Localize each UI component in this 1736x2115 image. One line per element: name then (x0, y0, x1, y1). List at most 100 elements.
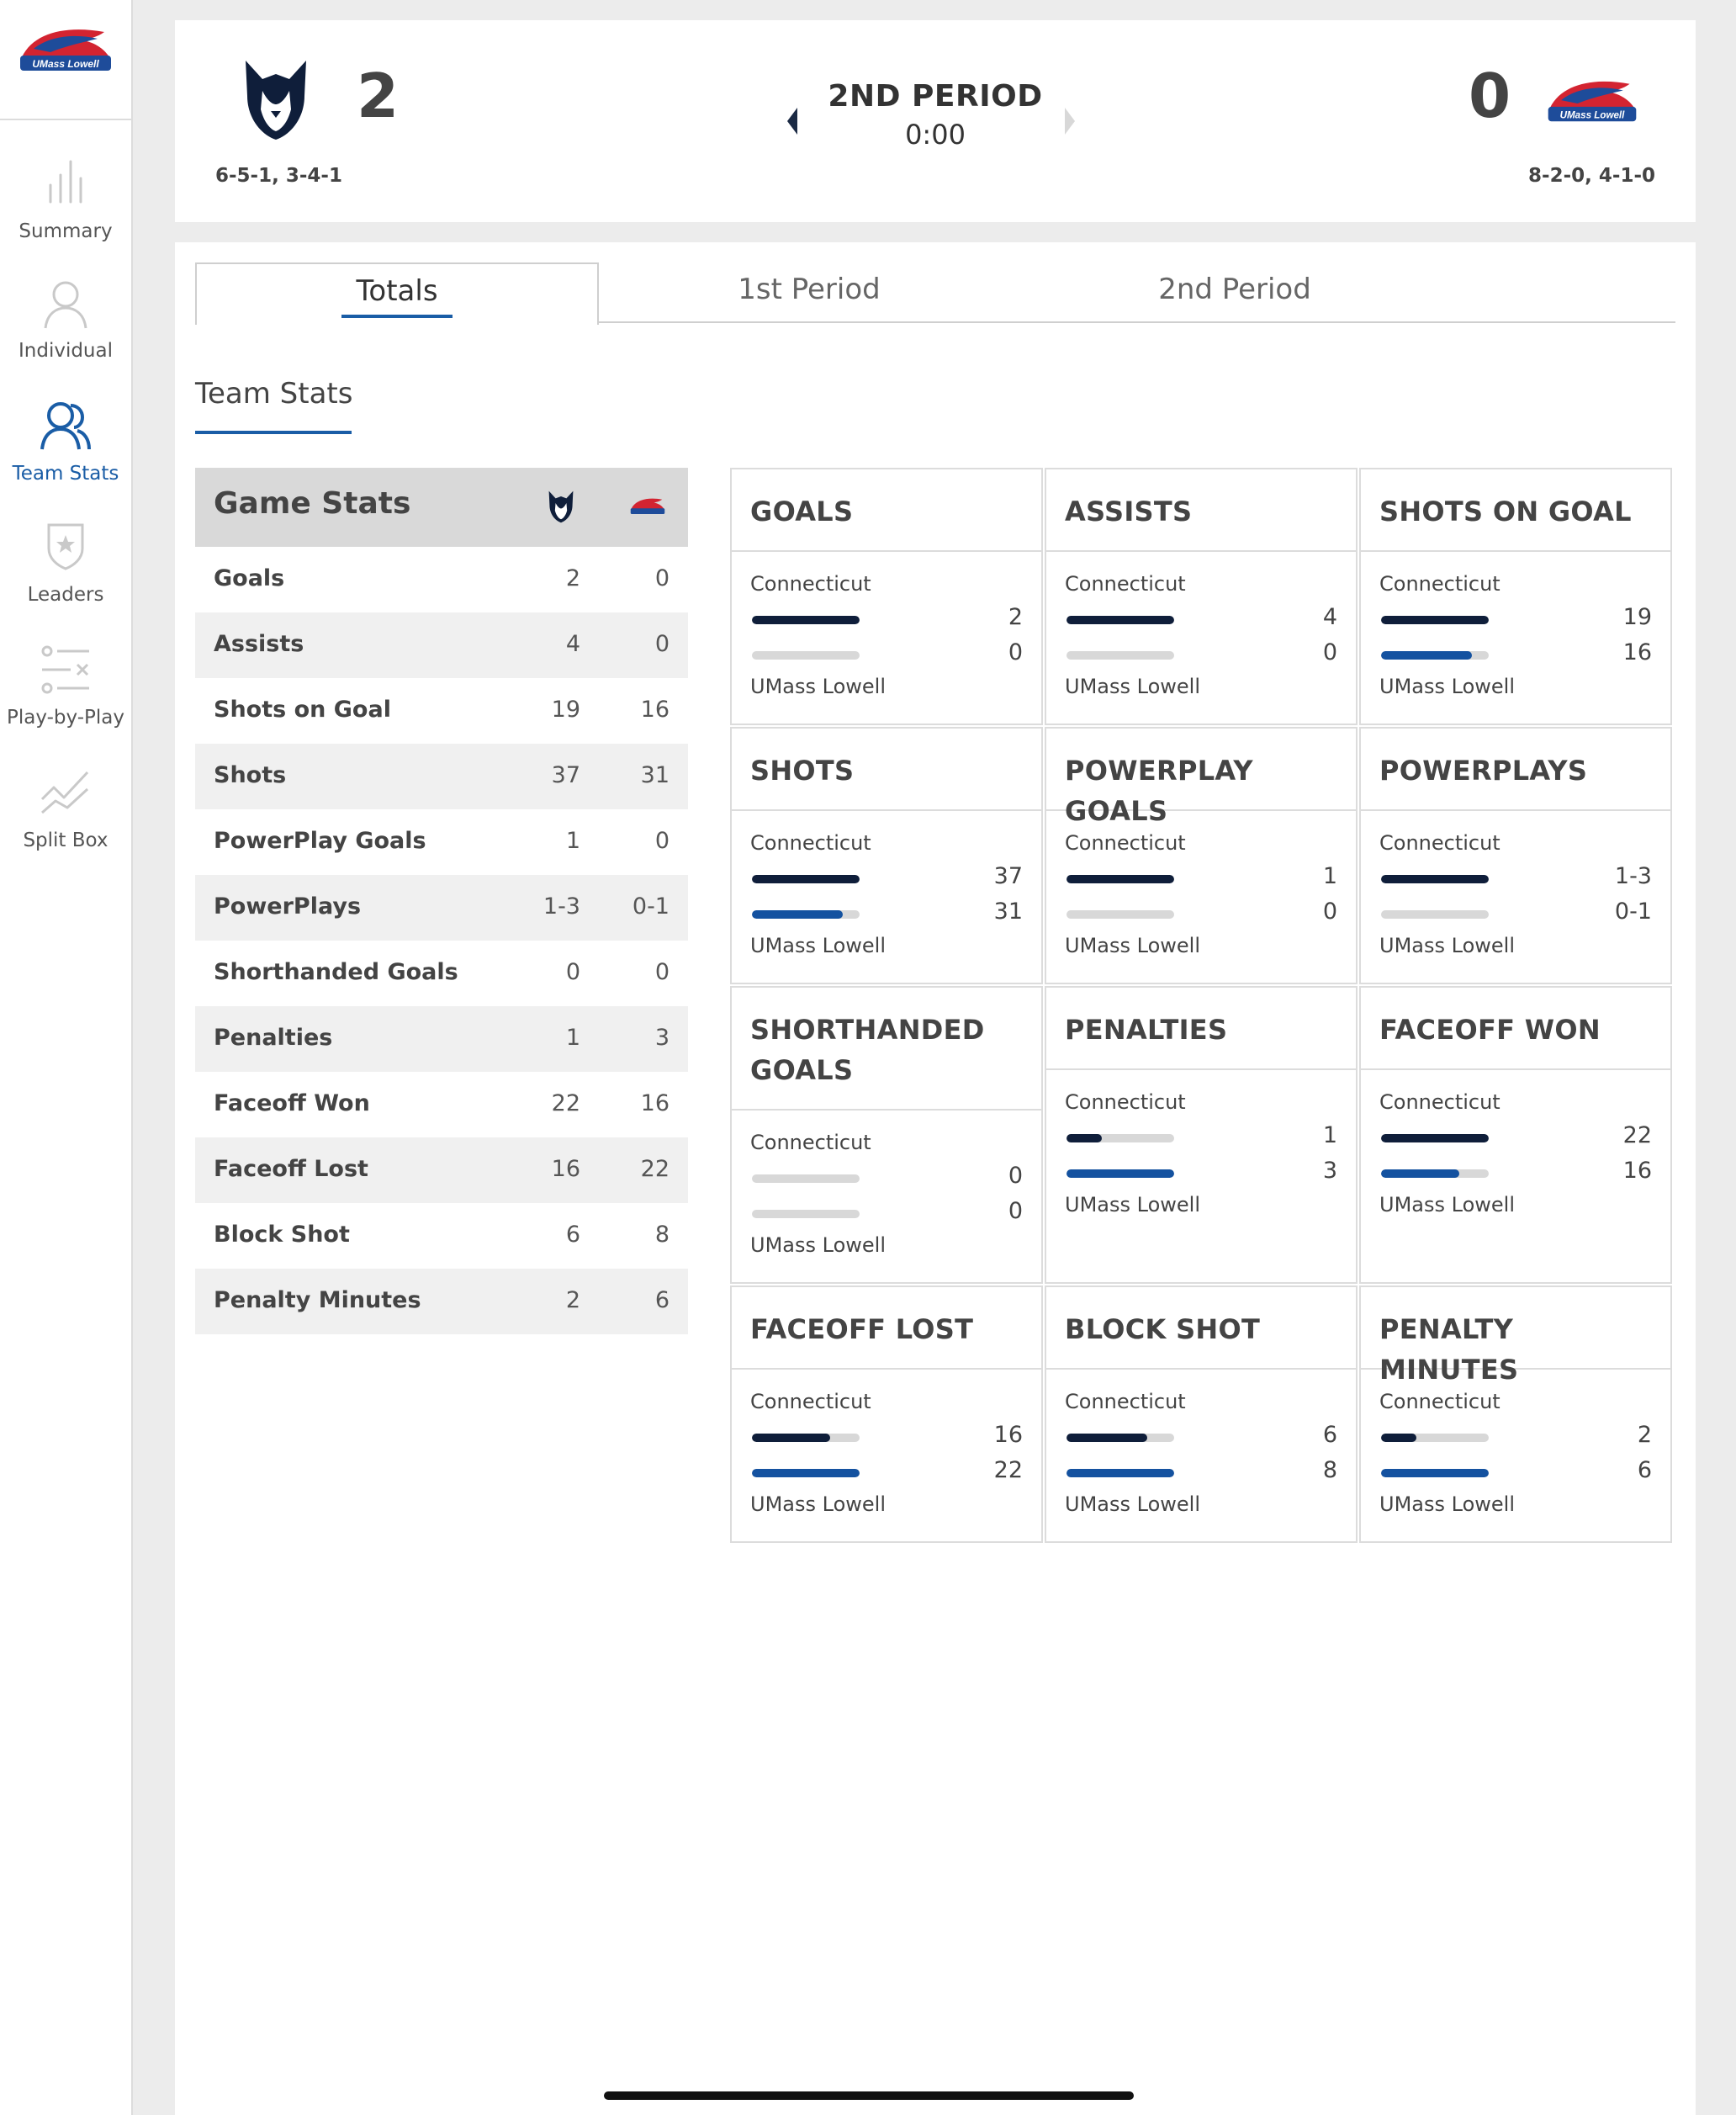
umass-lowell-logo[interactable]: UMass Lowell (17, 24, 114, 77)
away-team-name: UMass Lowell (750, 1492, 886, 1516)
stat-card-body: Connecticut 6 8 UMass Lowell (1046, 1370, 1356, 1541)
home-bar (752, 616, 860, 624)
home-value: 1-3 (542, 893, 580, 920)
away-team-name: UMass Lowell (750, 1233, 886, 1257)
stat-card-body: Connecticut 2 0 UMass Lowell (732, 552, 1041, 724)
stat-card-header: POWERPLAYS (1361, 729, 1670, 811)
home-stat-value: 2 (1008, 604, 1023, 630)
away-team-name: UMass Lowell (1379, 934, 1515, 957)
stat-card: SHOTS ON GOAL Connecticut 19 16 UMass Lowell (1359, 468, 1672, 725)
nav-summary[interactable]: Summary (0, 156, 131, 274)
home-bar (752, 1434, 860, 1442)
tab-2nd-period[interactable]: 2nd Period (1024, 262, 1445, 323)
nav-leaders[interactable]: Leaders (0, 520, 131, 638)
nav-individual-label: Individual (18, 340, 113, 362)
away-team-name: UMass Lowell (750, 675, 886, 698)
away-stat-value: 0 (1322, 639, 1337, 665)
away-value: 16 (640, 697, 670, 723)
stat-card: FACEOFF LOST Connecticut 16 22 UMass Lowell (730, 1285, 1043, 1543)
nav-play-by-play[interactable]: Play-by-Play (0, 643, 131, 761)
table-row: PowerPlay Goals 1 0 (195, 809, 688, 875)
home-stat-value: 37 (993, 863, 1023, 889)
home-team-name: Connecticut (1379, 1090, 1500, 1114)
stat-name: Shorthanded Goals (214, 959, 458, 985)
stat-name: Goals (214, 565, 285, 591)
home-bar (1066, 1134, 1174, 1142)
stat-card-title: BLOCK SHOT (1065, 1313, 1261, 1345)
tab-totals[interactable]: Totals (195, 262, 599, 325)
stat-card-body: Connecticut 1 0 UMass Lowell (1046, 811, 1356, 983)
away-team-name: UMass Lowell (1065, 1193, 1200, 1217)
stat-card-title: SHOTS (750, 755, 855, 787)
tab-1st-period[interactable]: 1st Period (599, 262, 1019, 323)
home-value: 19 (551, 697, 580, 723)
stat-card-header: SHORTHANDED GOALS (732, 988, 1041, 1111)
away-stat-value: 0 (1008, 1198, 1023, 1224)
game-stats-table: Game Stats Goals 2 0 Assists 4 0 Shots on Goal… (195, 468, 688, 1334)
home-stat-value: 1 (1322, 863, 1337, 889)
home-bar-fill (1381, 616, 1489, 624)
away-bar (752, 1469, 860, 1477)
home-team-name: Connecticut (1379, 572, 1500, 596)
svg-text:UMass Lowell: UMass Lowell (1560, 109, 1626, 120)
stat-card-body: Connecticut 0 0 UMass Lowell (732, 1111, 1041, 1282)
stat-card: POWERPLAY GOALS Connecticut 1 0 UMass Lowell (1045, 727, 1358, 984)
away-value: 3 (654, 1025, 670, 1051)
stat-card-body: Connecticut 22 16 UMass Lowell (1361, 1070, 1670, 1282)
nav-team-stats[interactable]: Team Stats (0, 399, 131, 517)
sidebar: UMass Lowell Summary Individual Team Sta… (0, 0, 133, 2115)
away-team-name: UMass Lowell (1379, 1193, 1515, 1217)
table-row: Faceoff Won 22 16 (195, 1072, 688, 1137)
stat-card-title: GOALS (750, 496, 854, 527)
home-bar-fill (1066, 1434, 1147, 1442)
away-value: 0-1 (632, 893, 670, 920)
away-score: 0 (1469, 61, 1511, 131)
table-row: Faceoff Lost 16 22 (195, 1137, 688, 1203)
nav-split-box[interactable]: Split Box (0, 766, 131, 883)
away-stat-value: 0-1 (1614, 898, 1652, 925)
away-value: 6 (654, 1287, 670, 1313)
home-bar (1381, 1134, 1489, 1142)
home-stat-value: 1 (1322, 1122, 1337, 1148)
home-value: 22 (551, 1090, 580, 1116)
next-period-arrow[interactable] (1065, 108, 1075, 135)
away-bar (752, 651, 860, 660)
away-bar (1066, 1469, 1174, 1477)
stat-card: BLOCK SHOT Connecticut 6 8 UMass Lowell (1045, 1285, 1358, 1543)
home-team-name: Connecticut (750, 1390, 871, 1413)
home-team-name: Connecticut (1379, 1390, 1500, 1413)
nav-individual[interactable]: Individual (0, 276, 131, 394)
stat-card: SHOTS Connecticut 37 31 UMass Lowell (730, 727, 1043, 984)
uconn-husky-logo[interactable] (241, 57, 311, 141)
away-team-name: UMass Lowell (1065, 1492, 1200, 1516)
home-team-name: Connecticut (1379, 831, 1500, 855)
period-name: 2ND PERIOD (828, 79, 1043, 114)
team-stats-panel: Totals 1st Period 2nd Period Team Stats … (175, 242, 1696, 2115)
table-row: Penalties 1 3 (195, 1006, 688, 1072)
stat-name: Shots (214, 762, 287, 788)
stat-card-header: SHOTS ON GOAL (1361, 469, 1670, 552)
home-indicator (604, 2091, 1134, 2100)
period-clock: 0:00 (905, 119, 966, 151)
home-value: 6 (565, 1222, 580, 1248)
table-row: Shorthanded Goals 0 0 (195, 941, 688, 1006)
stat-name: Shots on Goal (214, 697, 391, 723)
away-stat-value: 0 (1008, 639, 1023, 665)
away-value: 0 (654, 959, 670, 985)
away-stat-value: 16 (1622, 1158, 1652, 1184)
away-team-name: UMass Lowell (750, 934, 886, 957)
away-bar-fill (752, 1469, 860, 1477)
away-stat-value: 0 (1322, 898, 1337, 925)
home-team-name: Connecticut (750, 1131, 871, 1154)
stat-card-header: GOALS (732, 469, 1041, 552)
home-bar-fill (1066, 616, 1174, 624)
home-team-name: Connecticut (1065, 1090, 1186, 1114)
away-bar-fill (1066, 1469, 1174, 1477)
stat-name: Faceoff Lost (214, 1156, 368, 1182)
away-value: 16 (640, 1090, 670, 1116)
home-stat-value: 22 (1622, 1122, 1652, 1148)
home-bar-fill (1381, 875, 1489, 883)
nav-team-stats-label: Team Stats (12, 463, 119, 485)
home-bar-fill (1066, 1134, 1103, 1142)
umass-lowell-logo[interactable]: UMass Lowell (1543, 76, 1642, 128)
